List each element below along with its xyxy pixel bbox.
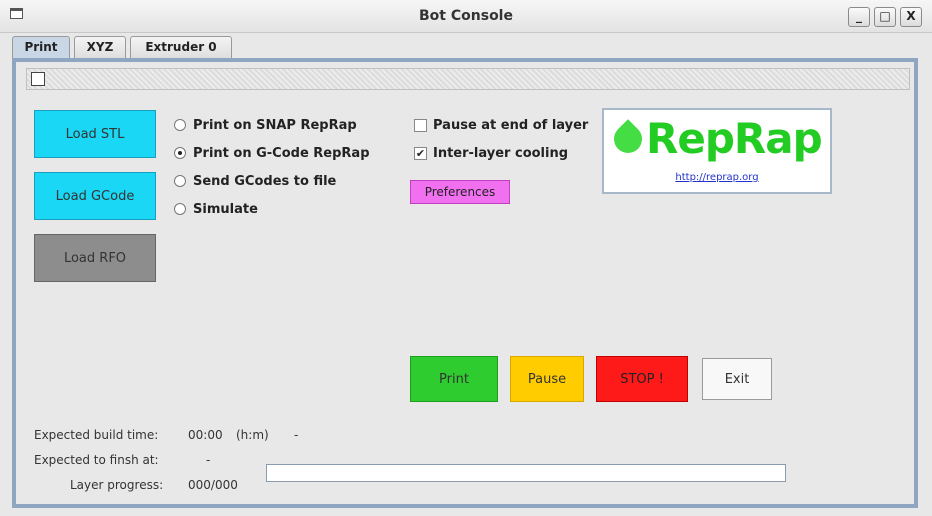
build-time-label: Expected build time: bbox=[34, 428, 159, 442]
inter-layer-cooling-checkbox[interactable]: ✔ Inter-layer cooling bbox=[414, 144, 568, 162]
radio-icon bbox=[174, 175, 186, 187]
pause-end-layer-checkbox[interactable]: Pause at end of layer bbox=[414, 116, 588, 134]
window-title: Bot Console bbox=[419, 8, 513, 24]
radio-selected-icon bbox=[174, 147, 186, 159]
reprap-link[interactable]: http://reprap.org bbox=[604, 172, 830, 183]
load-gcode-button[interactable]: Load GCode bbox=[34, 172, 156, 220]
title-bar[interactable]: Bot Console _ □ X bbox=[0, 0, 932, 33]
build-time-unit: (h:m) bbox=[236, 428, 269, 442]
print-button[interactable]: Print bbox=[410, 356, 498, 402]
radio-send-gcodes-file[interactable]: Send GCodes to file bbox=[174, 172, 336, 190]
load-rfo-button[interactable]: Load RFO bbox=[34, 234, 156, 282]
tab-extruder-0[interactable]: Extruder 0 bbox=[130, 36, 232, 58]
close-button[interactable]: X bbox=[900, 7, 922, 27]
preferences-button[interactable]: Preferences bbox=[410, 180, 510, 204]
maximize-button[interactable]: □ bbox=[874, 7, 896, 27]
layer-progress-label: Layer progress: bbox=[70, 478, 164, 492]
checkbox-checked-icon: ✔ bbox=[414, 146, 427, 160]
finish-label: Expected to finsh at: bbox=[34, 453, 159, 467]
drop-icon bbox=[608, 119, 648, 159]
finish-value: - bbox=[206, 453, 211, 467]
radio-simulate[interactable]: Simulate bbox=[174, 200, 258, 218]
checkbox-label: Inter-layer cooling bbox=[433, 145, 569, 161]
bot-console-window: Bot Console _ □ X Print XYZ Extruder 0 L… bbox=[0, 0, 932, 516]
reprap-logo: RepRap http://reprap.org bbox=[602, 108, 832, 194]
radio-print-snap[interactable]: Print on SNAP RepRap bbox=[174, 116, 357, 134]
radio-icon bbox=[174, 119, 186, 131]
radio-label: Print on SNAP RepRap bbox=[193, 117, 357, 133]
radio-label: Print on G-Code RepRap bbox=[193, 145, 370, 161]
radio-label: Simulate bbox=[193, 201, 258, 217]
pause-button[interactable]: Pause bbox=[510, 356, 584, 402]
build-time-extra: - bbox=[294, 428, 299, 442]
radio-print-gcode[interactable]: Print on G-Code RepRap bbox=[174, 144, 370, 162]
exit-button[interactable]: Exit bbox=[702, 358, 772, 400]
radio-label: Send GCodes to file bbox=[193, 173, 337, 189]
toolbar-checkbox[interactable] bbox=[31, 72, 45, 86]
load-stl-button[interactable]: Load STL bbox=[34, 110, 156, 158]
layer-progress-bar bbox=[266, 464, 786, 482]
logo-text: RepRap bbox=[646, 114, 823, 163]
stop-button[interactable]: STOP ! bbox=[596, 356, 688, 402]
minimize-button[interactable]: _ bbox=[848, 7, 870, 27]
build-time-value: 00:00 bbox=[188, 428, 223, 442]
toolbar-strip bbox=[26, 68, 910, 90]
checkbox-icon bbox=[414, 118, 427, 132]
checkbox-label: Pause at end of layer bbox=[433, 117, 589, 133]
tab-print[interactable]: Print bbox=[12, 36, 70, 59]
tab-xyz[interactable]: XYZ bbox=[74, 36, 126, 58]
layer-progress-value: 000/000 bbox=[188, 478, 238, 492]
radio-icon bbox=[174, 203, 186, 215]
